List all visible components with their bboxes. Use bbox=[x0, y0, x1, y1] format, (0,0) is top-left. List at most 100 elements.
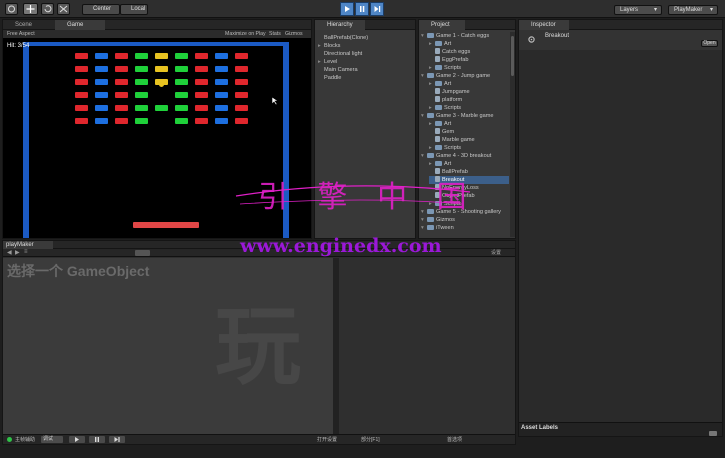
playmaker-title: playMaker bbox=[6, 242, 34, 248]
hierarchy-item[interactable]: ▸ Level bbox=[318, 58, 337, 66]
brick bbox=[135, 53, 148, 59]
brick bbox=[115, 53, 128, 59]
brick bbox=[195, 66, 208, 72]
brick bbox=[175, 53, 188, 59]
project-item[interactable]: ▸ Scripts bbox=[429, 104, 461, 112]
tab-scene[interactable]: Scene bbox=[3, 20, 53, 30]
debug-mode-dropdown[interactable]: 调试 bbox=[41, 436, 63, 443]
layers-dropdown[interactable]: Layers bbox=[614, 5, 662, 15]
tab-game[interactable]: Game bbox=[55, 20, 105, 30]
brick bbox=[95, 79, 108, 85]
brick bbox=[75, 66, 88, 72]
hierarchy-item[interactable]: ▸ Blocks bbox=[318, 42, 340, 50]
project-item[interactable]: ▸ Art bbox=[429, 120, 451, 128]
project-item[interactable]: ▸ Art bbox=[429, 40, 451, 48]
brick bbox=[115, 118, 128, 124]
bottom-step-button[interactable] bbox=[109, 436, 125, 443]
layout-label: PlayMaker bbox=[674, 7, 703, 13]
step-icon bbox=[114, 437, 120, 442]
brick bbox=[75, 92, 88, 98]
brick bbox=[195, 92, 208, 98]
project-item[interactable]: ▸ Art bbox=[429, 160, 451, 168]
asset-icon bbox=[435, 48, 440, 54]
project-item[interactable]: Marble game bbox=[429, 136, 475, 144]
gizmos-dropdown[interactable]: Gizmos bbox=[285, 30, 303, 38]
open-button[interactable]: Open bbox=[701, 40, 718, 47]
watermark-url: www.enginedx.com bbox=[240, 235, 442, 257]
help-label[interactable]: 部分[F1] bbox=[361, 436, 380, 443]
project-item[interactable]: platform bbox=[429, 96, 462, 104]
maximize-on-play-toggle[interactable]: Maximize on Play bbox=[225, 30, 266, 38]
rotate-tool-button[interactable] bbox=[41, 3, 54, 15]
asset-labels-title: Asset Labels bbox=[521, 425, 559, 431]
project-item-label: Game 4 - 3D breakout bbox=[436, 153, 492, 159]
brick bbox=[175, 66, 188, 72]
scale-tool-button[interactable] bbox=[57, 3, 70, 15]
playmaker-panel: playMaker ◀ ▶ ≡ 设置 选择一个 GameObject 玩 主帧辅… bbox=[2, 240, 516, 445]
project-item[interactable]: ▾ Game 1 - Catch eggs bbox=[421, 32, 489, 40]
project-item[interactable]: ▾ iTween bbox=[421, 224, 454, 232]
hierarchy-item[interactable]: Directional light bbox=[318, 50, 362, 58]
tab-playmaker[interactable]: playMaker bbox=[3, 241, 53, 249]
project-scroll-thumb[interactable] bbox=[511, 36, 514, 76]
menu-icon[interactable]: ≡ bbox=[24, 249, 28, 255]
settings-label[interactable]: 设置 bbox=[491, 249, 501, 256]
project-item-label: Jumpgame bbox=[442, 89, 470, 95]
hierarchy-item[interactable]: Paddle bbox=[318, 74, 341, 82]
brick bbox=[155, 66, 168, 72]
tab-hierarchy[interactable]: Hierarchy bbox=[315, 20, 365, 30]
project-item[interactable]: ▸ Scripts bbox=[429, 64, 461, 72]
hierarchy-title: Hierarchy bbox=[327, 22, 353, 28]
local-label: Local bbox=[131, 6, 146, 12]
console-toggle-icon[interactable] bbox=[709, 431, 717, 436]
project-item[interactable]: ▸ Art bbox=[429, 80, 451, 88]
tab-inspector[interactable]: Inspector bbox=[519, 20, 569, 30]
pause-button[interactable] bbox=[355, 2, 369, 16]
folder-icon bbox=[427, 113, 434, 118]
project-item-label: Marble game bbox=[442, 137, 475, 143]
pivot-local-toggle[interactable]: Local bbox=[120, 4, 148, 15]
project-item[interactable]: Jumpgame bbox=[429, 88, 470, 96]
project-item[interactable]: EggPrefab bbox=[429, 56, 468, 64]
play-icon bbox=[75, 437, 79, 442]
asset-icon bbox=[435, 88, 440, 94]
tab-project[interactable]: Project bbox=[419, 20, 465, 30]
playmaker-graph-view[interactable]: 选择一个 GameObject 玩 bbox=[3, 258, 333, 434]
project-item-label: Game 1 - Catch eggs bbox=[436, 33, 490, 39]
layout-dropdown[interactable]: PlayMaker bbox=[668, 5, 718, 15]
hierarchy-item[interactable]: BallPrefab(Clone) bbox=[318, 34, 368, 42]
play-button[interactable] bbox=[340, 2, 354, 16]
preferences-label[interactable]: 首选项 bbox=[447, 436, 462, 443]
stats-toggle[interactable]: Stats bbox=[269, 30, 281, 38]
status-dot-icon bbox=[7, 437, 12, 442]
project-item[interactable]: ▾ Game 4 - 3D breakout bbox=[421, 152, 491, 160]
project-item-label: Scripts bbox=[444, 105, 462, 111]
project-scrollbar[interactable] bbox=[510, 32, 515, 237]
brick bbox=[175, 105, 188, 111]
project-item[interactable]: ▸ Scripts bbox=[429, 144, 461, 152]
step-button[interactable] bbox=[370, 2, 384, 16]
bottom-label-left: 主帧辅助 bbox=[15, 437, 36, 443]
project-item[interactable]: Gem bbox=[429, 128, 454, 136]
open-settings-label[interactable]: 打开设置 bbox=[317, 436, 337, 443]
paddle bbox=[133, 222, 199, 228]
aspect-dropdown[interactable]: Free Aspect bbox=[7, 30, 35, 38]
main-toolbar: Center Local Layers PlayMaker bbox=[0, 0, 725, 18]
back-icon[interactable]: ◀ bbox=[7, 249, 12, 256]
fsm-selector[interactable] bbox=[135, 250, 150, 256]
bottom-pause-button[interactable] bbox=[89, 436, 105, 443]
project-item[interactable]: ▾ Game 2 - Jump game bbox=[421, 72, 490, 80]
move-tool-button[interactable] bbox=[23, 3, 38, 15]
hand-tool-button[interactable] bbox=[5, 3, 18, 15]
project-item-label: Art bbox=[444, 41, 452, 47]
brick bbox=[155, 53, 168, 59]
hierarchy-item[interactable]: Main Camera bbox=[318, 66, 358, 74]
brick bbox=[135, 79, 148, 85]
bottom-play-button[interactable] bbox=[69, 436, 85, 443]
brick bbox=[75, 53, 88, 59]
project-item[interactable]: Catch eggs bbox=[429, 48, 470, 56]
pivot-center-toggle[interactable]: Center bbox=[82, 4, 120, 15]
forward-icon[interactable]: ▶ bbox=[15, 249, 20, 256]
project-item[interactable]: ▾ Game 3 - Marble game bbox=[421, 112, 494, 120]
hierarchy-item-label: Paddle bbox=[324, 75, 342, 81]
